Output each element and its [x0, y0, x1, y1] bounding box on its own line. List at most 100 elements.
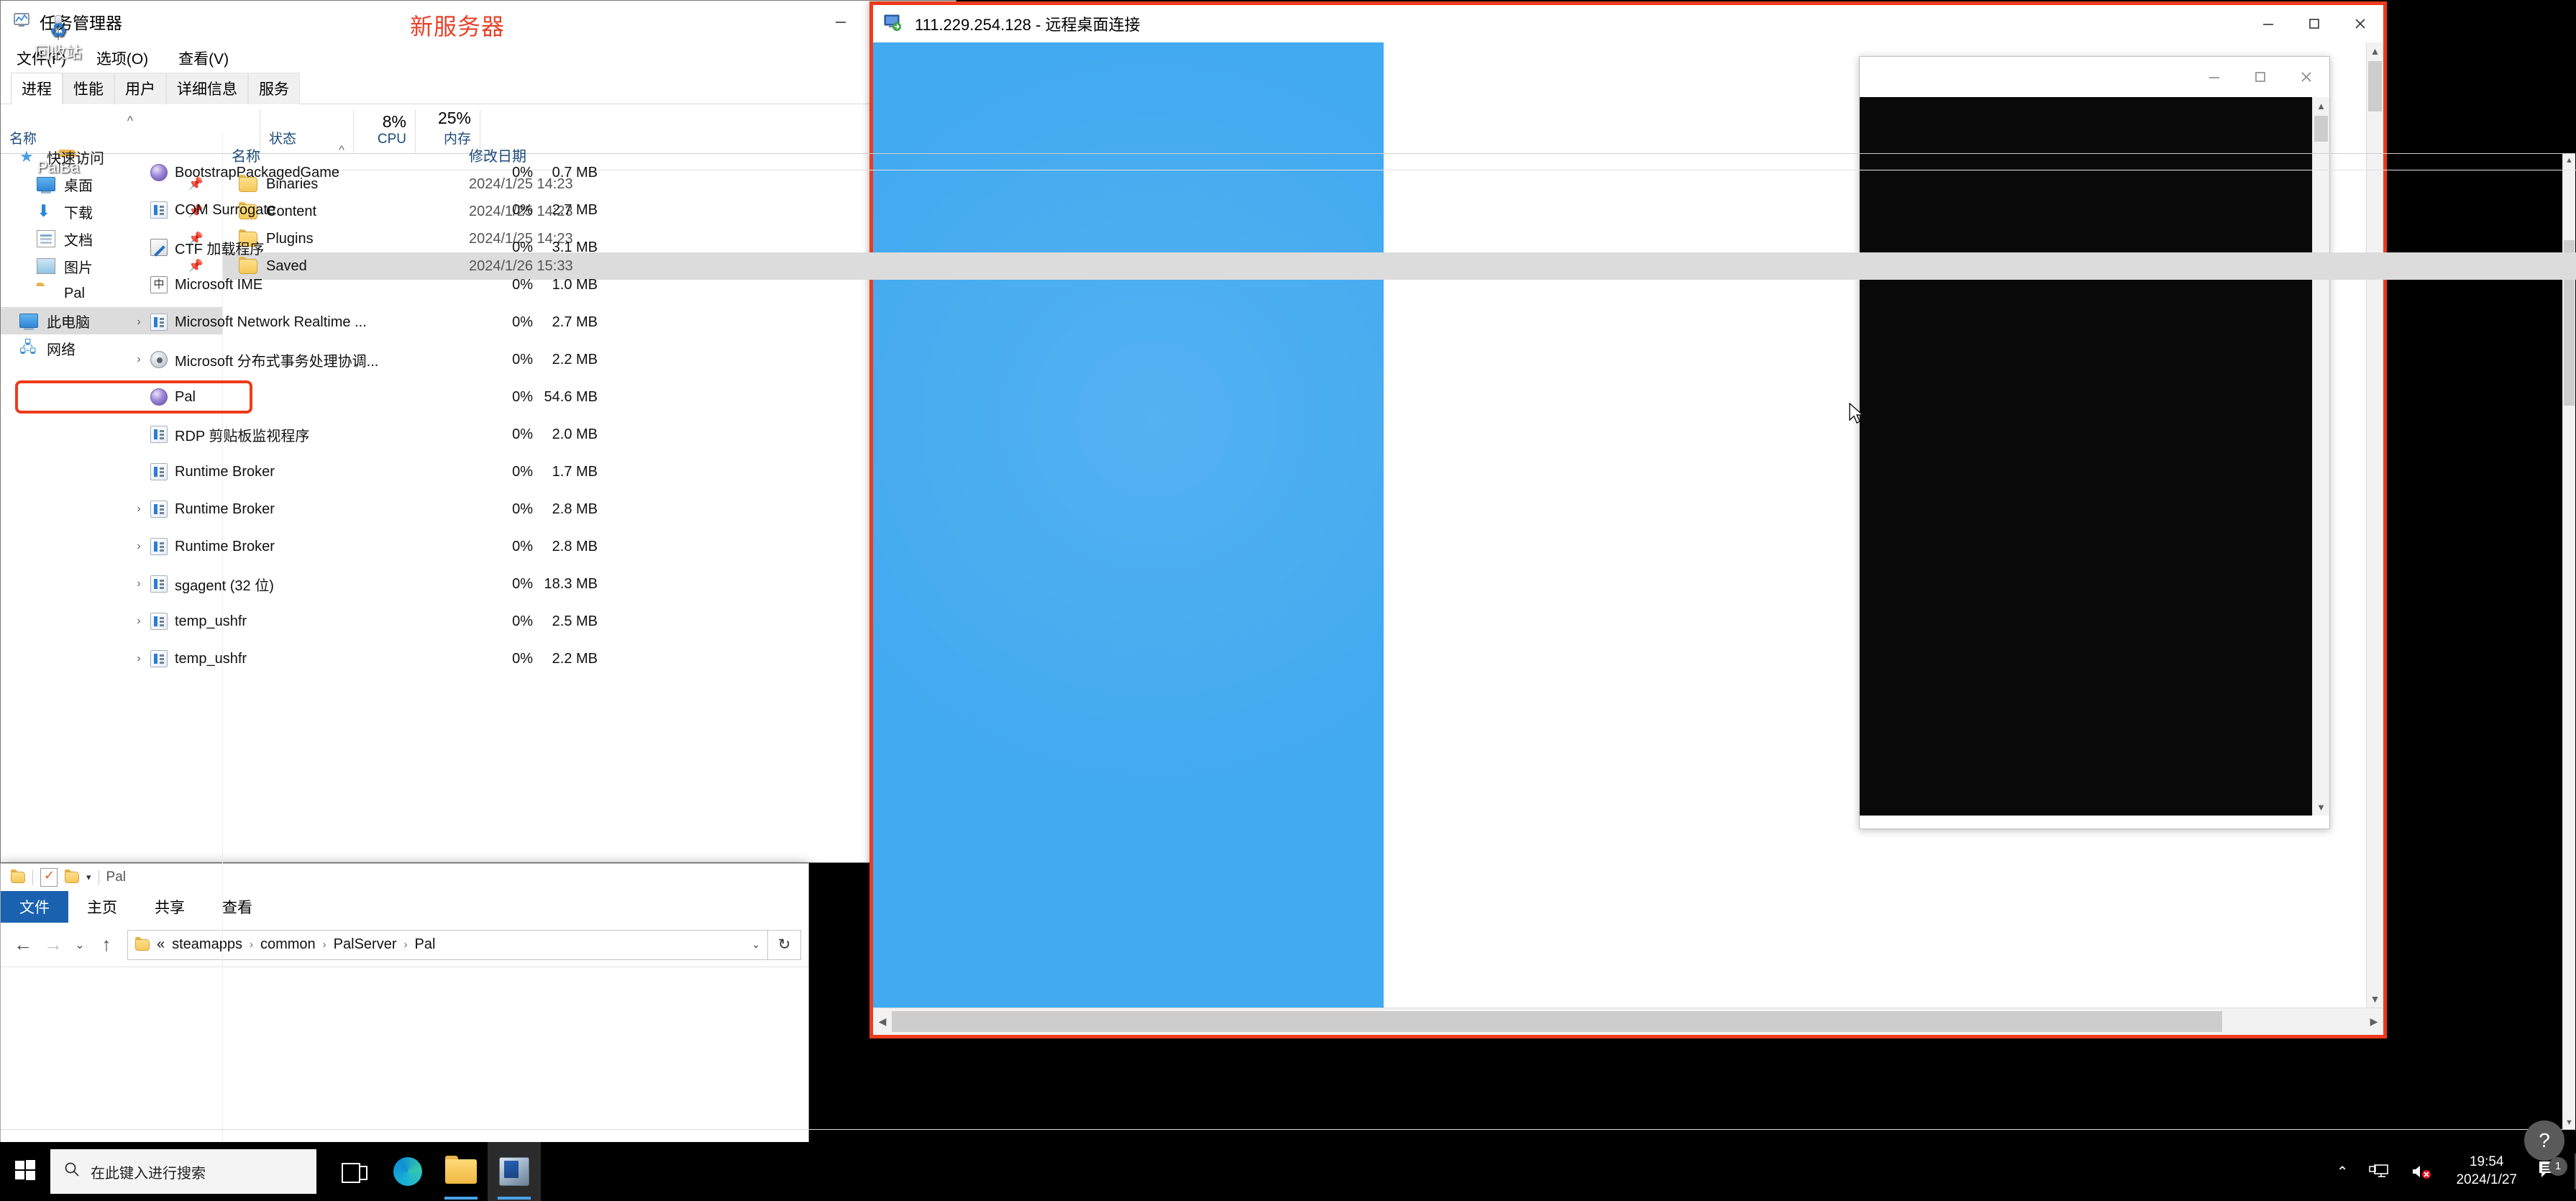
process-name-label: Pal: [175, 388, 196, 405]
tab-services[interactable]: 服务: [248, 73, 300, 104]
process-name-cell: Microsoft 分布式事务处理协调...: [150, 350, 386, 370]
sidebar-item-label: 下载: [64, 205, 93, 222]
process-name-label: sgagent (32 位): [175, 577, 274, 594]
app-icon: [150, 650, 168, 667]
remote-desktop-button[interactable]: [488, 1142, 541, 1201]
process-memory-cell: 2.8 MB: [552, 538, 598, 554]
process-name-label: Microsoft Network Realtime ...: [175, 314, 367, 330]
black-minimize-button[interactable]: [2191, 57, 2237, 97]
tab-performance[interactable]: 性能: [63, 73, 114, 104]
process-name-cell: CTF 加载程序: [150, 237, 386, 258]
msdtc-icon: [150, 351, 168, 368]
task-view-button[interactable]: [328, 1142, 381, 1201]
running-indicator: [444, 1197, 478, 1200]
process-cpu-cell: 0%: [512, 388, 533, 405]
desktop-icon-recycle-bin[interactable]: ♻ 回收站: [4, 21, 112, 62]
process-cpu-cell: 0%: [512, 501, 533, 517]
process-cpu-cell: 0%: [512, 201, 533, 218]
expand-chevron-icon[interactable]: ›: [127, 540, 150, 553]
edge-button[interactable]: [381, 1142, 434, 1201]
sidebar-item-label: 文档: [64, 232, 93, 249]
document-icon: [37, 230, 55, 247]
app-icon: [150, 538, 168, 555]
tab-details[interactable]: 详细信息: [166, 73, 248, 104]
tab-processes[interactable]: 进程: [11, 73, 63, 104]
desktop-icon: [37, 177, 55, 193]
app-icon: [150, 575, 168, 593]
black-window-titlebar[interactable]: [1860, 57, 2329, 97]
process-memory-cell: 1.0 MB: [552, 276, 598, 293]
search-icon: [63, 1161, 81, 1182]
black-close-button[interactable]: [2283, 57, 2329, 97]
tm-minimize-button[interactable]: [818, 1, 864, 42]
menu-item-view[interactable]: 查看(V): [175, 46, 232, 70]
sidebar-item-label: 网络: [47, 342, 76, 358]
process-cpu-cell: 0%: [512, 463, 533, 480]
action-center-button[interactable]: 1: [2530, 1156, 2576, 1184]
expand-chevron-icon[interactable]: ›: [127, 353, 150, 366]
pin-icon[interactable]: 📌: [188, 259, 204, 273]
tab-users[interactable]: 用户: [114, 73, 166, 104]
sidebar-item-label: 桌面: [64, 178, 93, 194]
network-tray-icon[interactable]: [2358, 1162, 2400, 1181]
expand-chevron-icon[interactable]: ›: [127, 577, 150, 590]
process-memory-cell: 2.5 MB: [552, 613, 598, 629]
download-icon: ⬇: [37, 201, 51, 220]
search-input[interactable]: 在此键入进行搜索: [50, 1149, 316, 1194]
process-name-cell: temp_ushfr: [150, 650, 386, 667]
process-name-cell: Runtime Broker: [150, 501, 386, 518]
clock-time: 19:54: [2469, 1154, 2504, 1170]
expand-chevron-icon[interactable]: ›: [127, 503, 150, 516]
clock[interactable]: 19:54 2024/1/27: [2443, 1154, 2530, 1189]
rdp-maximize-button[interactable]: [2291, 5, 2337, 42]
process-cpu-cell: 0%: [512, 239, 533, 255]
sidebar-item-label: Pal: [64, 285, 85, 301]
file-row[interactable]: Saved 2024/1/26 15:33: [223, 252, 2576, 280]
notification-count-badge: 1: [2549, 1156, 2567, 1176]
rdp-close-button[interactable]: [2337, 5, 2383, 42]
file-name-label: Saved: [266, 257, 307, 274]
rdp-titlebar[interactable]: 111.229.254.128 - 远程桌面连接: [873, 5, 2383, 42]
process-name-cell: Runtime Broker: [150, 538, 386, 555]
column-header-label: 名称: [232, 149, 260, 165]
app-icon: [150, 314, 168, 331]
process-name-cell: sgagent (32 位): [150, 574, 386, 595]
expand-chevron-icon[interactable]: ›: [127, 652, 150, 665]
file-name-cell: Saved: [223, 256, 460, 275]
process-memory-cell: 3.1 MB: [552, 239, 598, 255]
rdp-minimize-button[interactable]: [2245, 5, 2291, 42]
process-name-label: Microsoft IME: [175, 276, 263, 293]
taskbar: 在此键入进行搜索 ⌃ 19:54 2024/1/27 1: [0, 1142, 2576, 1201]
app-icon: [150, 463, 168, 480]
process-name-label: temp_ushfr: [175, 650, 247, 667]
expand-chevron-icon[interactable]: ›: [127, 316, 150, 329]
file-explorer-button[interactable]: [434, 1142, 488, 1201]
black-maximize-button[interactable]: [2237, 57, 2283, 97]
process-name-label: COM Surrogate: [175, 201, 276, 218]
process-cpu-cell: 0%: [512, 351, 533, 367]
star-icon: ★: [19, 147, 34, 165]
scroll-up-icon[interactable]: ▲: [2367, 42, 2383, 60]
pictures-icon: [37, 258, 55, 274]
folder-icon: [445, 1156, 477, 1184]
process-name-label: Runtime Broker: [175, 463, 275, 480]
volume-muted-icon[interactable]: [2400, 1162, 2443, 1181]
process-cpu-cell: 0%: [512, 650, 533, 667]
expand-chevron-icon[interactable]: ›: [127, 615, 150, 628]
tray-expand-button[interactable]: ⌃: [2326, 1163, 2359, 1181]
folder-icon: [37, 285, 55, 302]
rdp-window-controls: [2245, 5, 2383, 42]
sidebar-item-label: 图片: [64, 260, 93, 276]
desktop-background: ♻ 回收站 PalBa 111.229.254.128 - 远程桌面连接 ▲ ▼…: [0, 0, 2576, 1201]
process-cpu-cell: 0%: [512, 575, 533, 592]
pal-icon: [150, 164, 168, 181]
process-memory-cell: 54.6 MB: [544, 388, 598, 405]
start-button[interactable]: [0, 1142, 50, 1201]
process-name-label: Microsoft 分布式事务处理协调...: [175, 353, 379, 370]
process-memory-cell: 18.3 MB: [544, 575, 598, 592]
process-memory-cell: 2.2 MB: [552, 650, 598, 667]
process-name-cell: COM Surrogate: [150, 201, 386, 219]
scrollbar-thumb[interactable]: [2368, 61, 2382, 111]
help-bubble-icon[interactable]: ?: [2524, 1120, 2564, 1161]
process-cpu-cell: 0%: [512, 276, 533, 293]
